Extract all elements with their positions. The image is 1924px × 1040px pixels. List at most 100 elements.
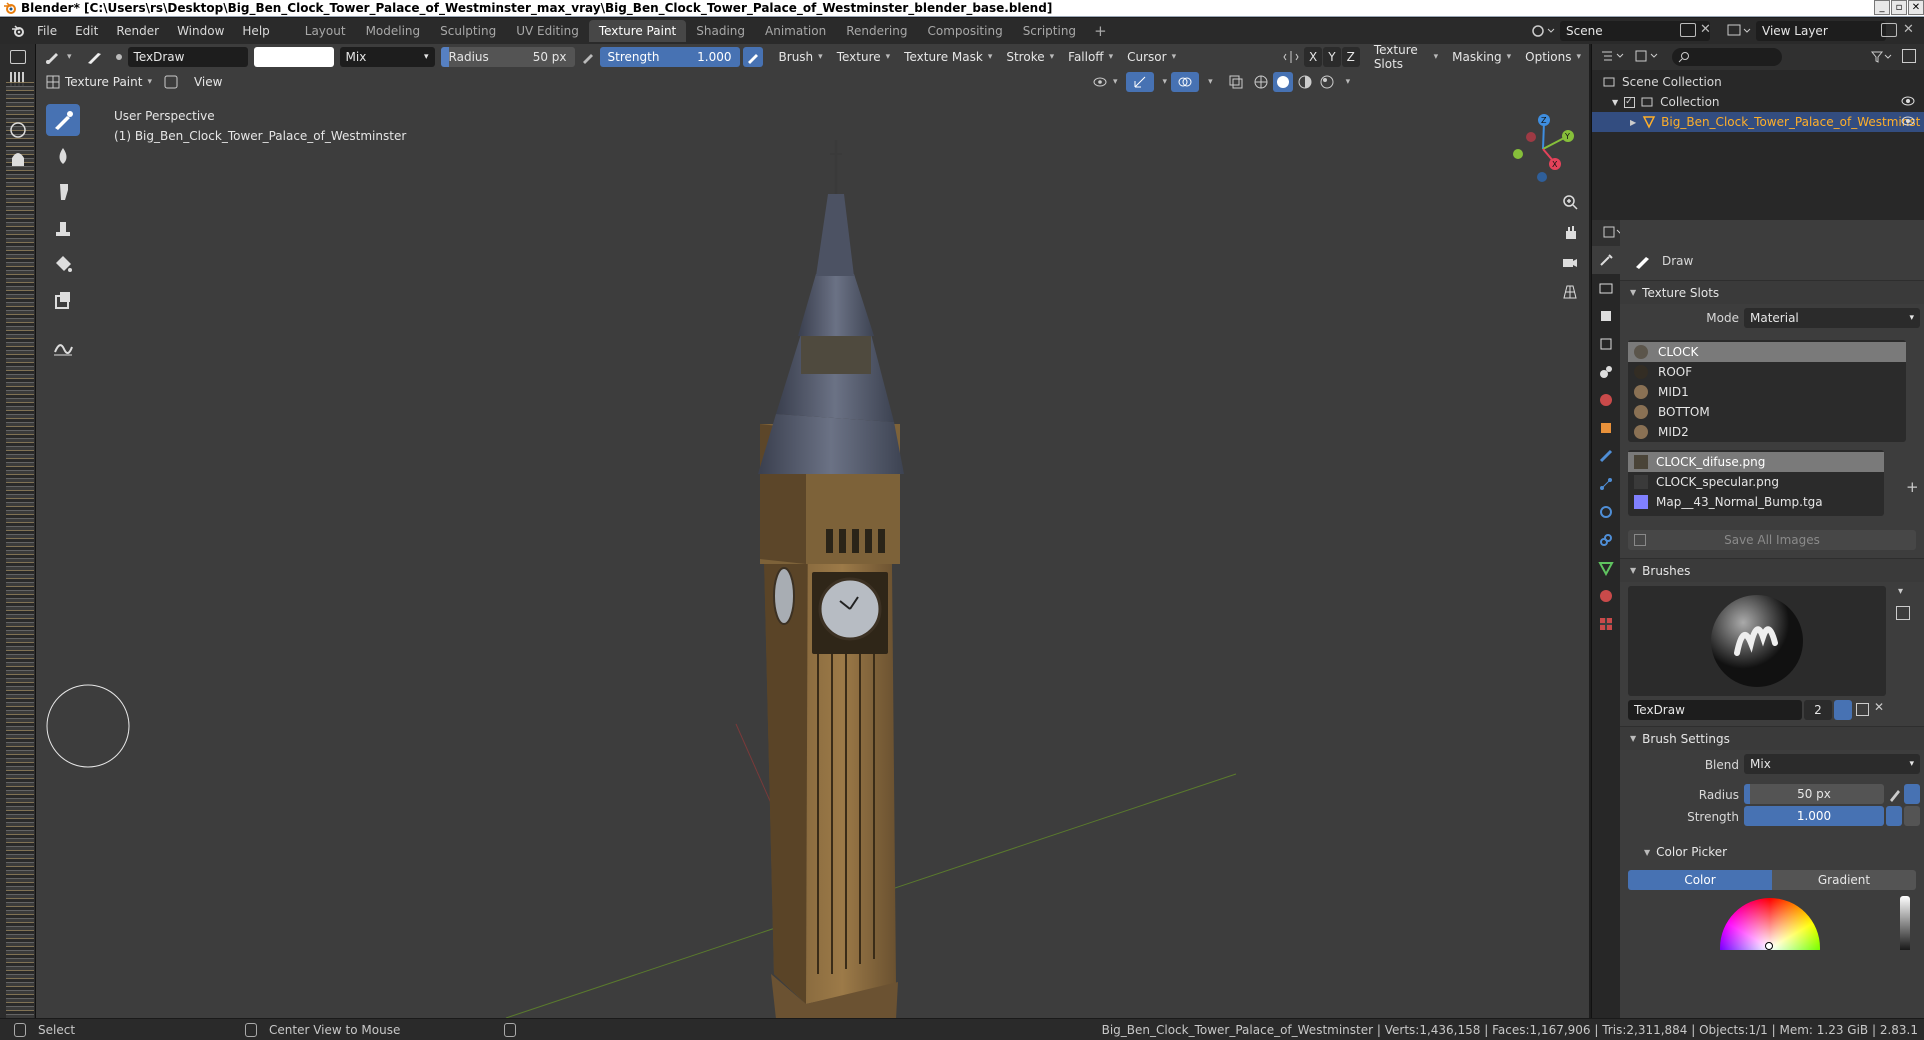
tab-compositing[interactable]: Compositing (917, 20, 1012, 42)
editor-type-icon[interactable] (10, 50, 26, 64)
outliner-collection[interactable]: ▼ ✓ Collection (1592, 92, 1924, 112)
brush-preview[interactable] (1628, 586, 1886, 696)
material-slot-bottom[interactable]: BOTTOM (1628, 402, 1906, 422)
draw-tool-icon[interactable] (46, 104, 80, 136)
outliner-editor-icon[interactable] (1600, 48, 1626, 67)
minimize-button[interactable]: _ (1874, 0, 1890, 15)
ortho-toggle-icon[interactable] (1556, 278, 1584, 306)
duplicate-brush-icon[interactable] (1856, 703, 1869, 716)
material-slot-roof[interactable]: ROOF (1628, 362, 1906, 382)
menu-edit[interactable]: Edit (66, 18, 107, 44)
strength-slider[interactable]: 1.000 (1744, 806, 1884, 826)
particles-tab-icon[interactable] (1592, 470, 1620, 498)
outliner-search[interactable] (1672, 48, 1782, 66)
tab-modeling[interactable]: Modeling (356, 20, 431, 42)
physics-tab-icon[interactable] (1592, 498, 1620, 526)
hand-tool-icon[interactable] (6, 118, 30, 198)
navigation-gizmo[interactable]: Z Y X (1498, 104, 1588, 194)
display-mode-icon[interactable] (1634, 48, 1660, 67)
material-tab-icon[interactable] (1592, 582, 1620, 610)
tab-animation[interactable]: Animation (755, 20, 836, 42)
material-slot-clock[interactable]: CLOCK (1628, 342, 1906, 362)
blend-dropdown[interactable]: Mix ▾ (1744, 754, 1920, 774)
restore-button[interactable]: ▫ (1891, 0, 1907, 15)
scene-tab-icon[interactable] (1592, 358, 1620, 386)
annotate-tool-icon[interactable] (46, 330, 80, 362)
output-tab-icon[interactable] (1592, 302, 1620, 330)
remove-view-layer-icon[interactable]: ✕ (1903, 22, 1914, 37)
brush-settings-panel-header[interactable]: ▼ Brush Settings (1620, 726, 1924, 750)
view-layer-field[interactable]: View Layer (1756, 21, 1886, 41)
save-all-images-button[interactable]: Save All Images (1628, 530, 1916, 550)
add-workspace-icon[interactable]: + (1086, 22, 1115, 40)
strength-unified-icon[interactable] (1904, 806, 1920, 826)
tab-shading[interactable]: Shading (686, 20, 755, 42)
image-slot-normal-bump[interactable]: Map__43_Normal_Bump.tga (1628, 492, 1884, 512)
clone-tool-icon[interactable] (46, 212, 80, 244)
color-wheel[interactable] (1720, 898, 1820, 950)
world-tab-icon[interactable] (1592, 386, 1620, 414)
brush-name-field[interactable]: TexDraw (1628, 700, 1802, 720)
value-slider[interactable] (1900, 896, 1910, 950)
image-slot-clock-diffuse[interactable]: CLOCK_difuse.png (1628, 452, 1884, 472)
material-slot-mid1[interactable]: MID1 (1628, 382, 1906, 402)
radius-slider[interactable]: 50 px (1744, 784, 1884, 804)
add-texture-slot-icon[interactable]: + (1906, 478, 1919, 496)
soften-tool-icon[interactable] (46, 140, 80, 172)
zoom-icon[interactable] (1556, 188, 1584, 216)
pan-hand-icon[interactable] (1556, 218, 1584, 246)
color-picker-subpanel-header[interactable]: ▼ Color Picker (1620, 840, 1924, 864)
3d-viewport[interactable]: ▾ TexDraw Mix ▾ Radius 50 px Strength 1.0… (36, 44, 1589, 1018)
radius-unit-icon[interactable] (1904, 784, 1920, 804)
menu-window[interactable]: Window (168, 18, 233, 44)
object-tab-icon[interactable] (1592, 414, 1620, 442)
color-tab[interactable]: Color (1628, 870, 1772, 890)
outliner-object[interactable]: ▶ Big_Ben_Clock_Tower_Palace_of_Westmins… (1592, 112, 1924, 132)
brush-image-icon[interactable] (1896, 606, 1910, 620)
menu-help[interactable]: Help (233, 18, 278, 44)
fake-user-shield-icon[interactable] (1834, 700, 1852, 720)
tool-tab-icon[interactable] (1592, 246, 1620, 274)
smear-tool-icon[interactable] (46, 176, 80, 208)
camera-view-icon[interactable] (1556, 248, 1584, 276)
render-tab-icon[interactable] (1592, 274, 1620, 302)
menu-render[interactable]: Render (107, 18, 168, 44)
tab-rendering[interactable]: Rendering (836, 20, 917, 42)
brushes-panel-header[interactable]: ▼ Brushes (1620, 558, 1924, 582)
tab-uv-editing[interactable]: UV Editing (506, 20, 589, 42)
blender-menu-icon[interactable] (8, 25, 28, 37)
new-collection-icon[interactable] (1902, 49, 1916, 63)
modifier-tab-icon[interactable] (1592, 442, 1620, 470)
scene-selector-icon[interactable] (1530, 22, 1556, 43)
brush-users-count[interactable]: 2 (1804, 700, 1832, 720)
new-scene-icon[interactable] (1680, 23, 1696, 37)
mode-dropdown[interactable]: Material ▾ (1744, 308, 1920, 328)
texture-tab-icon[interactable] (1592, 610, 1620, 638)
tab-scripting[interactable]: Scripting (1013, 20, 1086, 42)
fill-tool-icon[interactable] (46, 248, 80, 280)
close-button[interactable]: ✕ (1908, 0, 1924, 15)
gradient-tab[interactable]: Gradient (1772, 870, 1916, 890)
remove-scene-icon[interactable]: ✕ (1700, 22, 1711, 37)
material-slot-mid2[interactable]: MID2 (1628, 422, 1906, 442)
image-slot-clock-specular[interactable]: CLOCK_specular.png (1628, 472, 1884, 492)
strength-pressure-icon[interactable] (1886, 806, 1902, 826)
outliner-scene-collection[interactable]: Scene Collection (1592, 72, 1924, 92)
new-view-layer-icon[interactable] (1881, 23, 1897, 37)
eye-icon[interactable] (1900, 95, 1916, 110)
filter-icon[interactable] (1870, 49, 1892, 68)
data-tab-icon[interactable] (1592, 554, 1620, 582)
tab-sculpting[interactable]: Sculpting (430, 20, 506, 42)
radius-pressure-icon[interactable] (1888, 786, 1902, 802)
view-layer-icon[interactable] (1726, 22, 1752, 43)
menu-file[interactable]: File (28, 18, 66, 44)
constraints-tab-icon[interactable] (1592, 526, 1620, 554)
unlink-brush-icon[interactable]: ✕ (1874, 700, 1884, 714)
mask-tool-icon[interactable] (46, 284, 80, 316)
view-layer-tab-icon[interactable] (1592, 330, 1620, 358)
eye-icon[interactable] (1900, 115, 1916, 130)
texture-slots-panel-header[interactable]: ▼ Texture Slots (1620, 280, 1924, 304)
tab-layout[interactable]: Layout (295, 20, 356, 42)
brush-menu-expand-icon[interactable]: ▾ (1898, 586, 1903, 597)
tab-texture-paint[interactable]: Texture Paint (588, 20, 687, 42)
